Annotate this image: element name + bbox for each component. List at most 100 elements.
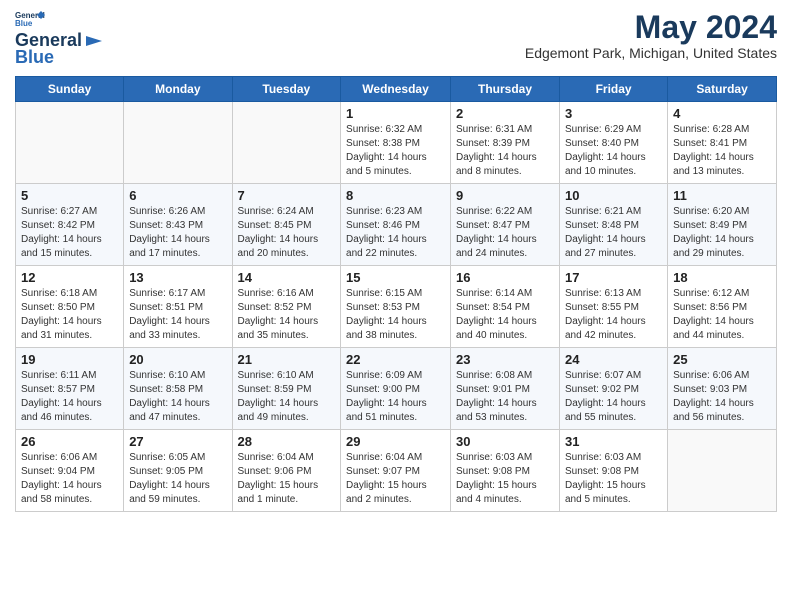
day-number: 16: [456, 270, 554, 285]
day-number: 4: [673, 106, 771, 121]
calendar-week-row: 12 Sunrise: 6:18 AMSunset: 8:50 PMDayligh…: [16, 266, 777, 348]
calendar-cell: [668, 430, 777, 512]
header: General Blue General Blue May 2024 Edgem…: [15, 10, 777, 68]
calendar-cell: 31 Sunrise: 6:03 AMSunset: 9:08 PMDayligh…: [560, 430, 668, 512]
weekday-header: Friday: [560, 77, 668, 102]
cell-text: Sunrise: 6:23 AMSunset: 8:46 PMDaylight:…: [346, 205, 445, 261]
day-number: 20: [129, 352, 226, 367]
day-number: 18: [673, 270, 771, 285]
calendar-cell: 23 Sunrise: 6:08 AMSunset: 9:01 PMDayligh…: [451, 348, 560, 430]
calendar-week-row: 1 Sunrise: 6:32 AMSunset: 8:38 PMDaylight…: [16, 102, 777, 184]
day-number: 10: [565, 188, 662, 203]
svg-text:Blue: Blue: [15, 19, 33, 28]
calendar-cell: [16, 102, 124, 184]
cell-text: Sunrise: 6:27 AMSunset: 8:42 PMDaylight:…: [21, 205, 118, 261]
cell-text: Sunrise: 6:06 AMSunset: 9:03 PMDaylight:…: [673, 369, 771, 425]
calendar-cell: 3 Sunrise: 6:29 AMSunset: 8:40 PMDaylight…: [560, 102, 668, 184]
day-number: 28: [238, 434, 336, 449]
day-number: 30: [456, 434, 554, 449]
cell-text: Sunrise: 6:21 AMSunset: 8:48 PMDaylight:…: [565, 205, 662, 261]
calendar-header-row: SundayMondayTuesdayWednesdayThursdayFrid…: [16, 77, 777, 102]
calendar-cell: 16 Sunrise: 6:14 AMSunset: 8:54 PMDayligh…: [451, 266, 560, 348]
calendar-cell: 7 Sunrise: 6:24 AMSunset: 8:45 PMDaylight…: [232, 184, 341, 266]
calendar-cell: 22Sunrise: 6:09 AMSunset: 9:00 PMDayligh…: [341, 348, 451, 430]
logo-arrow: [84, 34, 104, 48]
cell-text: Sunrise: 6:06 AMSunset: 9:04 PMDaylight:…: [21, 451, 118, 507]
calendar-cell: 28 Sunrise: 6:04 AMSunset: 9:06 PMDayligh…: [232, 430, 341, 512]
cell-text: Sunrise: 6:16 AMSunset: 8:52 PMDaylight:…: [238, 287, 336, 343]
cell-text: Sunrise: 6:17 AMSunset: 8:51 PMDaylight:…: [129, 287, 226, 343]
cell-text: Sunrise: 6:29 AMSunset: 8:40 PMDaylight:…: [565, 123, 662, 179]
calendar-cell: [124, 102, 232, 184]
cell-text: Sunrise: 6:04 AMSunset: 9:07 PMDaylight:…: [346, 451, 445, 507]
day-number: 2: [456, 106, 554, 121]
calendar-cell: 2 Sunrise: 6:31 AMSunset: 8:39 PMDaylight…: [451, 102, 560, 184]
cell-text: Sunrise: 6:10 AMSunset: 8:58 PMDaylight:…: [129, 369, 226, 425]
cell-text: Sunrise: 6:26 AMSunset: 8:43 PMDaylight:…: [129, 205, 226, 261]
calendar-cell: 9 Sunrise: 6:22 AMSunset: 8:47 PMDaylight…: [451, 184, 560, 266]
month-title: May 2024: [525, 10, 777, 45]
cell-text: Sunrise: 6:03 AMSunset: 9:08 PMDaylight:…: [456, 451, 554, 507]
weekday-header: Wednesday: [341, 77, 451, 102]
cell-text: Sunrise: 6:32 AMSunset: 8:38 PMDaylight:…: [346, 123, 445, 179]
calendar-cell: 18Sunrise: 6:12 AMSunset: 8:56 PMDayligh…: [668, 266, 777, 348]
calendar-week-row: 19Sunrise: 6:11 AMSunset: 8:57 PMDayligh…: [16, 348, 777, 430]
day-number: 22: [346, 352, 445, 367]
calendar-cell: 24Sunrise: 6:07 AMSunset: 9:02 PMDayligh…: [560, 348, 668, 430]
calendar-week-row: 26 Sunrise: 6:06 AMSunset: 9:04 PMDayligh…: [16, 430, 777, 512]
cell-text: Sunrise: 6:15 AMSunset: 8:53 PMDaylight:…: [346, 287, 445, 343]
logo-blue: Blue: [15, 47, 54, 68]
calendar-cell: 4 Sunrise: 6:28 AMSunset: 8:41 PMDaylight…: [668, 102, 777, 184]
title-area: May 2024 Edgemont Park, Michigan, United…: [525, 10, 777, 61]
cell-text: Sunrise: 6:18 AMSunset: 8:50 PMDaylight:…: [21, 287, 118, 343]
cell-text: Sunrise: 6:03 AMSunset: 9:08 PMDaylight:…: [565, 451, 662, 507]
cell-text: Sunrise: 6:08 AMSunset: 9:01 PMDaylight:…: [456, 369, 554, 425]
location: Edgemont Park, Michigan, United States: [525, 45, 777, 61]
cell-text: Sunrise: 6:14 AMSunset: 8:54 PMDaylight:…: [456, 287, 554, 343]
logo-icon: General Blue: [15, 10, 45, 28]
day-number: 15: [346, 270, 445, 285]
cell-text: Sunrise: 6:13 AMSunset: 8:55 PMDaylight:…: [565, 287, 662, 343]
calendar-cell: 8 Sunrise: 6:23 AMSunset: 8:46 PMDaylight…: [341, 184, 451, 266]
calendar: SundayMondayTuesdayWednesdayThursdayFrid…: [15, 76, 777, 512]
calendar-cell: 21 Sunrise: 6:10 AMSunset: 8:59 PMDayligh…: [232, 348, 341, 430]
day-number: 8: [346, 188, 445, 203]
day-number: 23: [456, 352, 554, 367]
calendar-cell: 10 Sunrise: 6:21 AMSunset: 8:48 PMDayligh…: [560, 184, 668, 266]
calendar-cell: 5Sunrise: 6:27 AMSunset: 8:42 PMDaylight…: [16, 184, 124, 266]
day-number: 11: [673, 188, 771, 203]
logo: General Blue General Blue: [15, 10, 104, 68]
calendar-cell: 26 Sunrise: 6:06 AMSunset: 9:04 PMDayligh…: [16, 430, 124, 512]
day-number: 7: [238, 188, 336, 203]
calendar-cell: 30 Sunrise: 6:03 AMSunset: 9:08 PMDayligh…: [451, 430, 560, 512]
calendar-cell: 12 Sunrise: 6:18 AMSunset: 8:50 PMDayligh…: [16, 266, 124, 348]
calendar-week-row: 5Sunrise: 6:27 AMSunset: 8:42 PMDaylight…: [16, 184, 777, 266]
day-number: 12: [21, 270, 118, 285]
day-number: 3: [565, 106, 662, 121]
day-number: 31: [565, 434, 662, 449]
cell-text: Sunrise: 6:20 AMSunset: 8:49 PMDaylight:…: [673, 205, 771, 261]
weekday-header: Thursday: [451, 77, 560, 102]
calendar-cell: 13 Sunrise: 6:17 AMSunset: 8:51 PMDayligh…: [124, 266, 232, 348]
calendar-cell: 29Sunrise: 6:04 AMSunset: 9:07 PMDayligh…: [341, 430, 451, 512]
page: General Blue General Blue May 2024 Edgem…: [0, 0, 792, 612]
cell-text: Sunrise: 6:31 AMSunset: 8:39 PMDaylight:…: [456, 123, 554, 179]
calendar-cell: 27Sunrise: 6:05 AMSunset: 9:05 PMDayligh…: [124, 430, 232, 512]
cell-text: Sunrise: 6:10 AMSunset: 8:59 PMDaylight:…: [238, 369, 336, 425]
calendar-cell: 19Sunrise: 6:11 AMSunset: 8:57 PMDayligh…: [16, 348, 124, 430]
day-number: 21: [238, 352, 336, 367]
cell-text: Sunrise: 6:28 AMSunset: 8:41 PMDaylight:…: [673, 123, 771, 179]
day-number: 25: [673, 352, 771, 367]
cell-text: Sunrise: 6:04 AMSunset: 9:06 PMDaylight:…: [238, 451, 336, 507]
calendar-cell: 15 Sunrise: 6:15 AMSunset: 8:53 PMDayligh…: [341, 266, 451, 348]
calendar-cell: [232, 102, 341, 184]
calendar-cell: 1 Sunrise: 6:32 AMSunset: 8:38 PMDaylight…: [341, 102, 451, 184]
day-number: 26: [21, 434, 118, 449]
day-number: 9: [456, 188, 554, 203]
day-number: 1: [346, 106, 445, 121]
cell-text: Sunrise: 6:22 AMSunset: 8:47 PMDaylight:…: [456, 205, 554, 261]
weekday-header: Monday: [124, 77, 232, 102]
cell-text: Sunrise: 6:24 AMSunset: 8:45 PMDaylight:…: [238, 205, 336, 261]
day-number: 13: [129, 270, 226, 285]
weekday-header: Saturday: [668, 77, 777, 102]
